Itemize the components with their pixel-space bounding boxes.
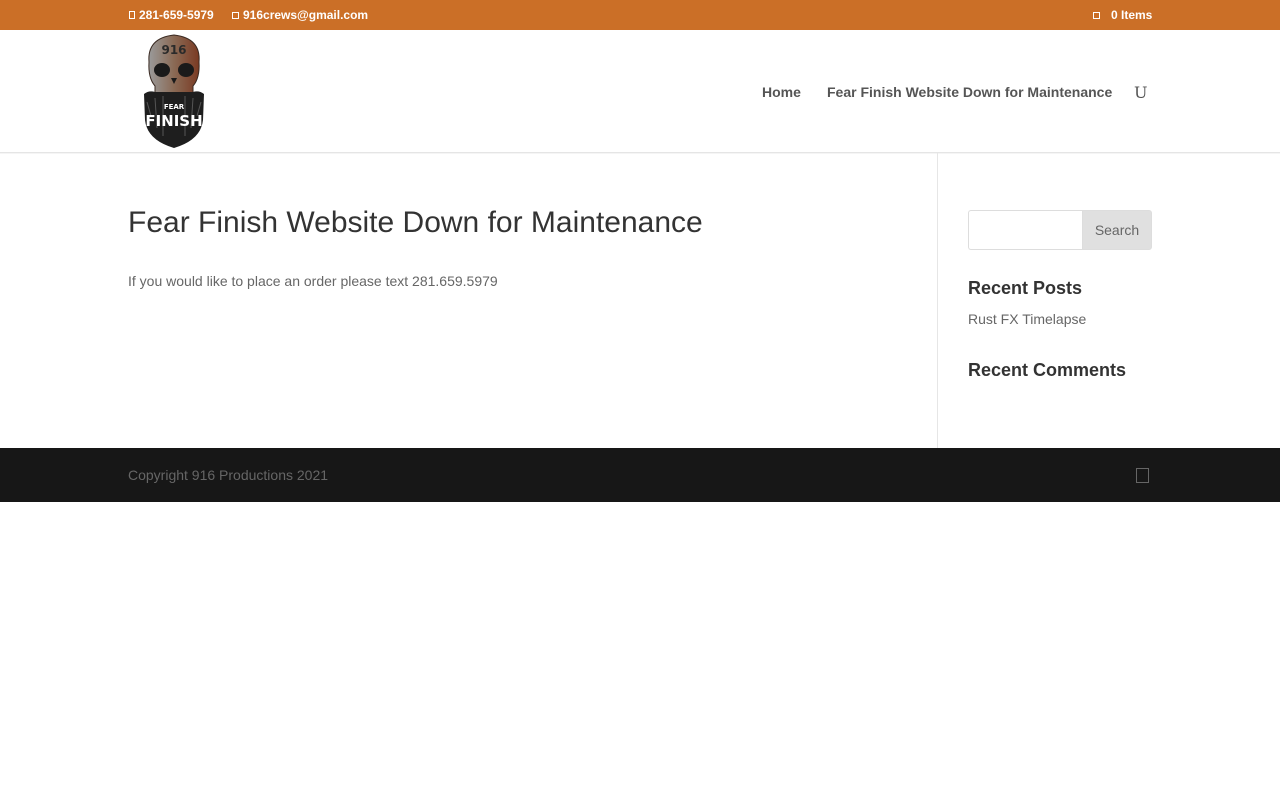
page-title: Fear Finish Website Down for Maintenance [128, 206, 703, 239]
nav-item-home[interactable]: Home [762, 84, 801, 100]
phone-contact[interactable]: 281-659-5979 [129, 8, 214, 22]
search-input[interactable] [968, 210, 1083, 250]
sidebar-divider [937, 153, 938, 448]
search-icon[interactable]: U [1134, 83, 1147, 102]
top-bar: 281-659-5979 916crews@gmail.com 0 Items [0, 0, 1280, 30]
email-contact[interactable]: 916crews@gmail.com [232, 8, 368, 22]
phone-number: 281-659-5979 [139, 8, 214, 22]
cart-icon [1093, 11, 1100, 19]
site-header: 916 FEAR FINISH Home Fear Finish Website… [0, 30, 1280, 153]
recent-post-link[interactable]: Rust FX Timelapse [968, 311, 1086, 327]
logo-wordmark-top: FEAR [164, 103, 185, 111]
site-logo[interactable]: 916 FEAR FINISH [141, 32, 207, 150]
search-button[interactable]: Search [1082, 210, 1152, 250]
social-icon[interactable] [1136, 468, 1149, 483]
cart-link[interactable]: 0 Items [1093, 8, 1152, 22]
logo-wordmark-bottom: FINISH [145, 112, 202, 130]
logo-number: 916 [161, 43, 186, 57]
page-body-text: If you would like to place an order plea… [128, 273, 498, 289]
phone-icon [129, 11, 135, 19]
recent-comments-title: Recent Comments [968, 360, 1127, 380]
site-footer: Copyright 916 Productions 2021 [0, 448, 1280, 502]
main-content: Fear Finish Website Down for Maintenance… [0, 153, 1280, 448]
nav-item-maintenance[interactable]: Fear Finish Website Down for Maintenance [827, 84, 1112, 100]
cart-count: 0 Items [1111, 8, 1153, 22]
recent-posts-title: Recent Posts [968, 278, 1083, 298]
sidebar-search: Search [968, 210, 1152, 250]
email-address: 916crews@gmail.com [243, 8, 369, 22]
email-icon [232, 11, 239, 19]
copyright-text: Copyright 916 Productions 2021 [128, 467, 329, 483]
